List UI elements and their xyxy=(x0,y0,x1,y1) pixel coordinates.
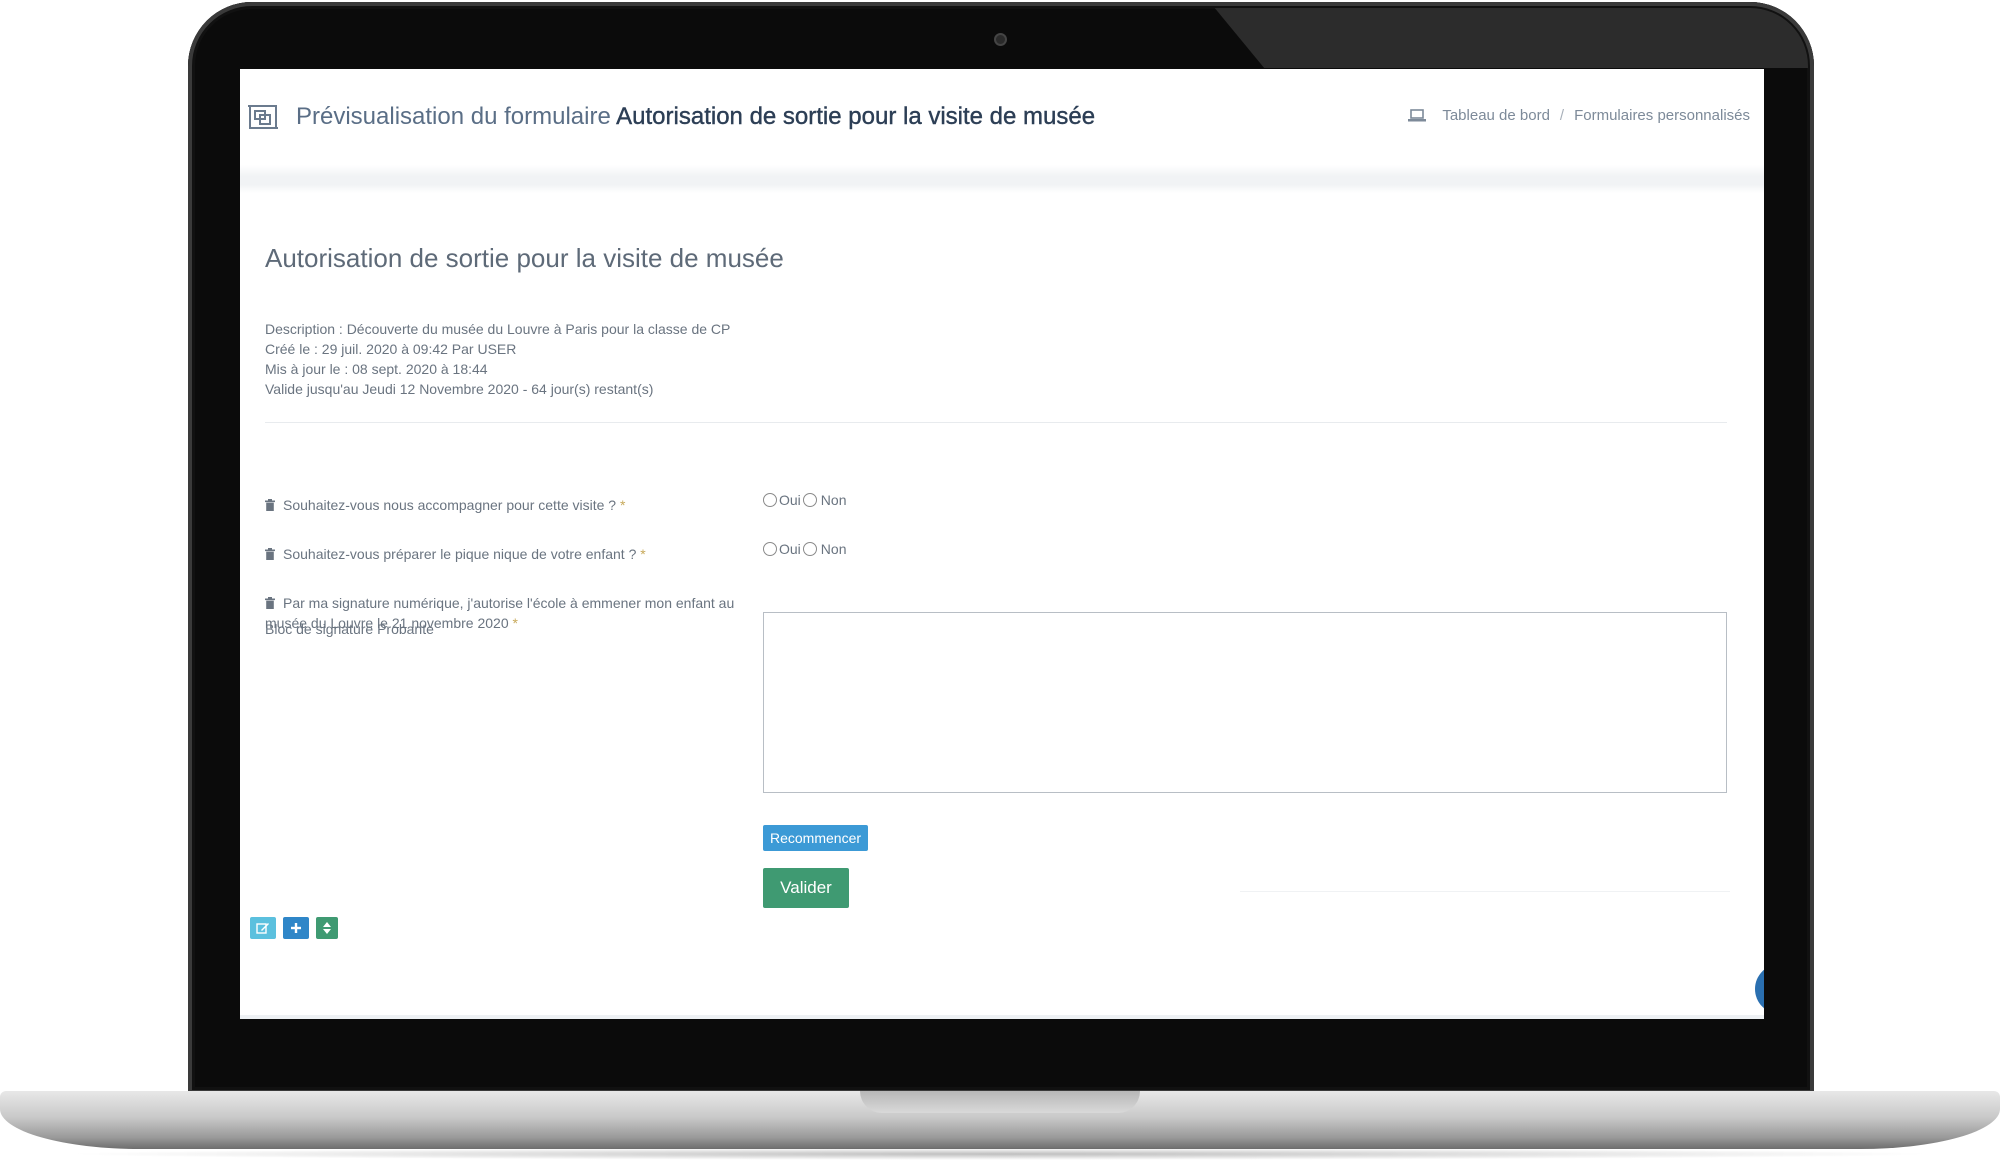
screen: Prévisualisation du formulaire Autorisat… xyxy=(240,69,1764,1019)
signature-pad[interactable] xyxy=(763,612,1727,793)
form-description: Description : Découverte du musée du Lou… xyxy=(265,321,731,337)
question-accompany: Souhaitez-vous nous accompagner pour cet… xyxy=(265,495,745,515)
radio-oui[interactable] xyxy=(763,542,777,556)
radio-non[interactable] xyxy=(802,542,817,556)
trash-icon[interactable] xyxy=(265,597,275,609)
form-valid-until: Valide jusqu'au Jeudi 12 Novembre 2020 -… xyxy=(265,381,654,397)
camera xyxy=(994,33,1007,46)
meta-divider xyxy=(265,422,1727,423)
radio-oui-label: Oui xyxy=(779,541,801,557)
breadcrumb-dashboard[interactable]: Tableau de bord xyxy=(1442,107,1550,124)
faint-divider xyxy=(1240,891,1730,892)
breadcrumb: Tableau de bord / Formulaires personnali… xyxy=(1408,107,1750,124)
trash-icon[interactable] xyxy=(265,499,275,511)
laptop-shadow xyxy=(60,1148,1940,1160)
bottom-strip xyxy=(240,1015,1764,1019)
radio-group-accompany: Oui Non xyxy=(763,492,846,508)
required-mark: * xyxy=(512,615,518,631)
sort-icon xyxy=(323,922,331,934)
submit-button[interactable]: Valider xyxy=(763,868,849,908)
laptop-icon xyxy=(1408,108,1427,121)
help-fab[interactable] xyxy=(1755,964,1764,1014)
form-updated: Mis à jour le : 08 sept. 2020 à 18:44 xyxy=(265,361,488,377)
form-meta: Description : Découverte du musée du Lou… xyxy=(265,319,730,399)
required-mark: * xyxy=(640,546,646,562)
lid-glare xyxy=(1214,8,1808,68)
restart-button[interactable]: Recommencer xyxy=(763,825,869,851)
plus-icon xyxy=(291,923,301,933)
breadcrumb-separator: / xyxy=(1559,107,1565,124)
trash-icon[interactable] xyxy=(265,548,275,560)
form-title: Autorisation de sortie pour la visite de… xyxy=(265,243,784,273)
signature-label: Bloc de signature Probante xyxy=(265,621,434,637)
radio-non-label: Non xyxy=(820,541,847,557)
page-title-prefix: Prévisualisation du formulaire xyxy=(296,103,611,130)
add-field-button[interactable] xyxy=(283,917,309,939)
radio-oui[interactable] xyxy=(763,493,777,507)
form-preview-icon xyxy=(248,105,278,129)
page-title-form-name: Autorisation de sortie pour la visite de… xyxy=(616,103,1096,130)
edit-button[interactable] xyxy=(250,917,276,939)
reorder-button[interactable] xyxy=(316,917,338,939)
question-label: Souhaitez-vous préparer le pique nique d… xyxy=(283,546,637,562)
required-mark: * xyxy=(619,497,626,513)
radio-group-picnic: Oui Non xyxy=(763,541,846,557)
breadcrumb-custom-forms[interactable]: Formulaires personnalisés xyxy=(1574,107,1750,124)
edit-icon xyxy=(256,923,269,934)
radio-oui-label: Oui xyxy=(779,492,801,508)
question-picnic: Souhaitez-vous préparer le pique nique d… xyxy=(265,544,745,564)
header-divider-band xyxy=(240,165,1764,193)
radio-non-label: Non xyxy=(820,492,847,508)
form-created: Créé le : 29 juil. 2020 à 09:42 Par USER xyxy=(265,341,517,357)
page-title: Prévisualisation du formulaire Autorisat… xyxy=(296,103,1095,131)
radio-non[interactable] xyxy=(802,493,817,507)
question-label: Souhaitez-vous nous accompagner pour cet… xyxy=(283,497,617,513)
laptop-base-notch xyxy=(860,1091,1140,1113)
